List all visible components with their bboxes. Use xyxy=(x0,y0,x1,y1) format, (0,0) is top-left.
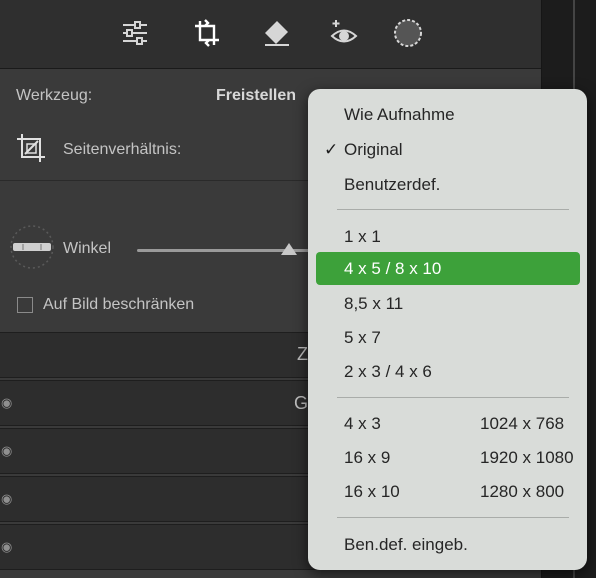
crop-ratio-icon[interactable] xyxy=(13,130,49,166)
constrain-label: Auf Bild beschränken xyxy=(43,296,195,313)
layer-row-label: G xyxy=(294,393,309,413)
aspect-ratio-label: Seitenverhältnis: xyxy=(63,141,182,158)
eye-icon[interactable]: ◉ xyxy=(1,395,12,411)
menu-item-as-shot[interactable]: Wie Aufnahme xyxy=(344,105,455,125)
angle-label: Winkel xyxy=(63,240,112,257)
constrain-checkbox[interactable] xyxy=(17,297,33,313)
aspect-ratio-menu: Wie Aufnahme ✓ Original Benutzerdef. 1 x… xyxy=(308,89,587,570)
menu-item-16x9[interactable]: 16 x 9 xyxy=(344,448,390,468)
eye-icon[interactable]: ◉ xyxy=(1,491,12,507)
tool-value: Freistellen xyxy=(216,87,297,104)
crop-icon[interactable] xyxy=(190,16,224,50)
menu-item-1x1[interactable]: 1 x 1 xyxy=(344,227,381,247)
angle-slider-thumb[interactable] xyxy=(281,243,297,255)
menu-divider xyxy=(337,517,569,518)
eye-icon[interactable]: ◉ xyxy=(1,539,12,555)
menu-item-original[interactable]: Original xyxy=(344,140,403,160)
menu-item-5x7[interactable]: 5 x 7 xyxy=(344,328,381,348)
sliders-icon[interactable] xyxy=(118,16,152,50)
menu-item-4x3[interactable]: 4 x 3 xyxy=(344,414,381,434)
menu-item-4x3-resolution: 1024 x 768 xyxy=(480,414,565,433)
level-icon[interactable] xyxy=(9,224,55,270)
menu-item-16x10-resolution: 1280 x 800 xyxy=(480,482,565,501)
eye-icon[interactable]: ◉ xyxy=(1,443,12,459)
menu-item-highlighted[interactable]: 4 x 5 / 8 x 10 xyxy=(316,252,580,285)
menu-item-custom[interactable]: Benutzerdef. xyxy=(344,175,440,195)
eraser-icon[interactable] xyxy=(260,16,294,50)
menu-divider xyxy=(337,209,569,210)
menu-divider xyxy=(337,397,569,398)
checkmark-icon: ✓ xyxy=(324,140,339,159)
menu-item-8-5x11[interactable]: 8,5 x 11 xyxy=(344,294,403,314)
menu-item-enter-custom[interactable]: Ben.def. eingeb. xyxy=(344,535,468,555)
menu-item-16x10[interactable]: 16 x 10 xyxy=(344,482,400,502)
section-header-label: Z xyxy=(297,344,308,364)
menu-item-4x5-8x10: 4 x 5 / 8 x 10 xyxy=(344,259,442,278)
masking-icon[interactable] xyxy=(391,16,425,50)
menu-item-2x3-4x6[interactable]: 2 x 3 / 4 x 6 xyxy=(344,362,432,382)
red-eye-icon[interactable] xyxy=(327,16,361,50)
menu-item-16x9-resolution: 1920 x 1080 xyxy=(480,448,574,467)
tool-label: Werkzeug: xyxy=(16,87,93,104)
tool-strip xyxy=(0,0,541,69)
